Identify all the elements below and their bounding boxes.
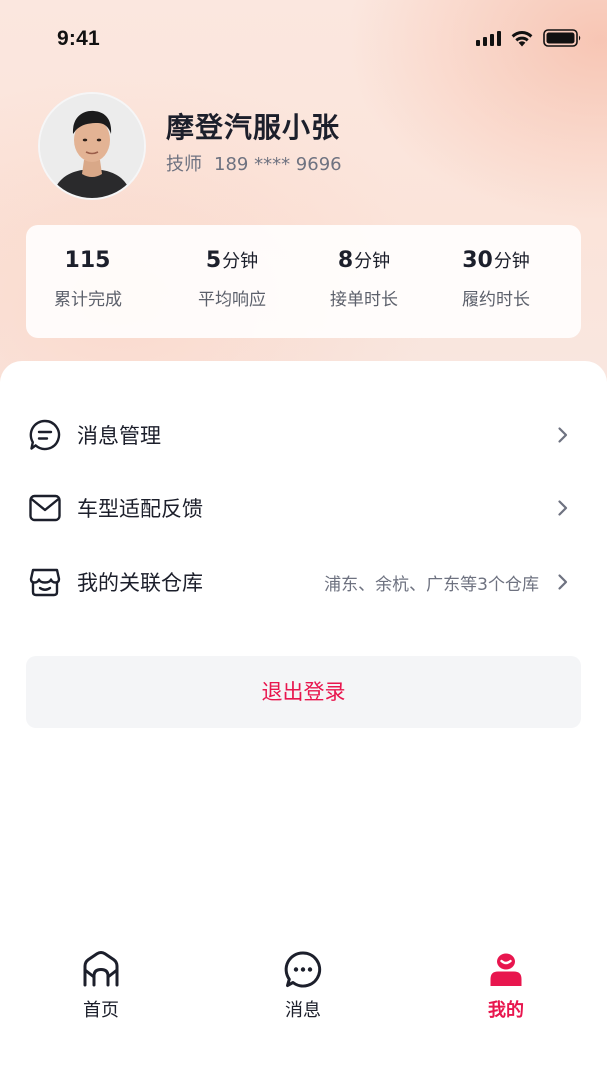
status-bar: 9:41 bbox=[0, 0, 607, 80]
battery-icon bbox=[543, 29, 581, 47]
home-icon bbox=[83, 951, 119, 987]
stat-value: 30 bbox=[462, 248, 493, 273]
mail-icon bbox=[29, 494, 61, 522]
menu-item-message-management[interactable]: 消息管理 bbox=[0, 400, 607, 470]
stat-label: 平均响应 bbox=[198, 290, 266, 310]
stat-label: 累计完成 bbox=[54, 290, 122, 310]
menu-item-vehicle-fit-feedback[interactable]: 车型适配反馈 bbox=[0, 473, 607, 543]
user-role: 技师 bbox=[166, 154, 202, 175]
stat-value: 5 bbox=[205, 248, 222, 273]
stat-avg-response: 5分钟 平均响应 bbox=[162, 245, 302, 310]
tab-label: 消息 bbox=[285, 1000, 321, 1021]
chevron-right-icon bbox=[558, 574, 568, 590]
chevron-right-icon bbox=[558, 500, 568, 516]
chat-icon bbox=[284, 951, 322, 988]
profile-header: 摩登汽服小张 技师 189 **** 9696 bbox=[38, 92, 578, 202]
cellular-signal-icon bbox=[476, 30, 501, 46]
status-icons bbox=[476, 28, 583, 48]
menu-item-label: 我的关联仓库 bbox=[77, 571, 203, 595]
tab-label: 我的 bbox=[488, 1000, 524, 1021]
user-icon bbox=[490, 953, 522, 986]
tab-mine[interactable]: 我的 bbox=[446, 950, 566, 1022]
warehouse-icon bbox=[29, 568, 61, 597]
tab-messages[interactable]: 消息 bbox=[243, 950, 363, 1022]
stat-unit: 分钟 bbox=[354, 251, 391, 272]
wifi-icon bbox=[511, 30, 533, 47]
stat-unit: 分钟 bbox=[493, 251, 530, 272]
bottom-tab-bar: 首页 消息 我的 bbox=[0, 940, 607, 1040]
stat-unit: 分钟 bbox=[222, 251, 259, 272]
stat-label: 履约时长 bbox=[462, 290, 530, 310]
linked-warehouses-summary: 浦东、余杭、广东等3个仓库 bbox=[324, 575, 539, 595]
stat-accept-duration: 8分钟 接单时长 bbox=[294, 245, 434, 310]
avatar[interactable] bbox=[38, 92, 146, 200]
avatar-portrait-icon bbox=[40, 94, 144, 198]
message-bubble-icon bbox=[29, 419, 61, 451]
status-time: 9:41 bbox=[57, 27, 100, 50]
tab-label: 首页 bbox=[83, 1000, 119, 1021]
user-subtitle: 技师 189 **** 9696 bbox=[166, 150, 342, 176]
menu-item-linked-warehouses[interactable]: 我的关联仓库 浦东、余杭、广东等3个仓库 bbox=[0, 547, 607, 617]
tab-home[interactable]: 首页 bbox=[41, 950, 161, 1022]
menu-item-label: 车型适配反馈 bbox=[77, 497, 203, 521]
user-phone: 189 **** 9696 bbox=[214, 154, 342, 175]
stats-card: 115 累计完成 5分钟 平均响应 8分钟 接单时长 30分钟 履约时长 bbox=[26, 225, 581, 338]
stat-total-completed: 115 累计完成 bbox=[18, 245, 158, 310]
logout-button[interactable]: 退出登录 bbox=[26, 656, 581, 728]
stat-label: 接单时长 bbox=[330, 290, 398, 310]
menu-item-label: 消息管理 bbox=[77, 424, 161, 448]
stat-value: 8 bbox=[337, 248, 354, 273]
chevron-right-icon bbox=[558, 427, 568, 443]
stat-fulfill-duration: 30分钟 履约时长 bbox=[426, 245, 566, 310]
stat-value: 115 bbox=[64, 248, 111, 273]
user-name: 摩登汽服小张 bbox=[166, 111, 341, 144]
